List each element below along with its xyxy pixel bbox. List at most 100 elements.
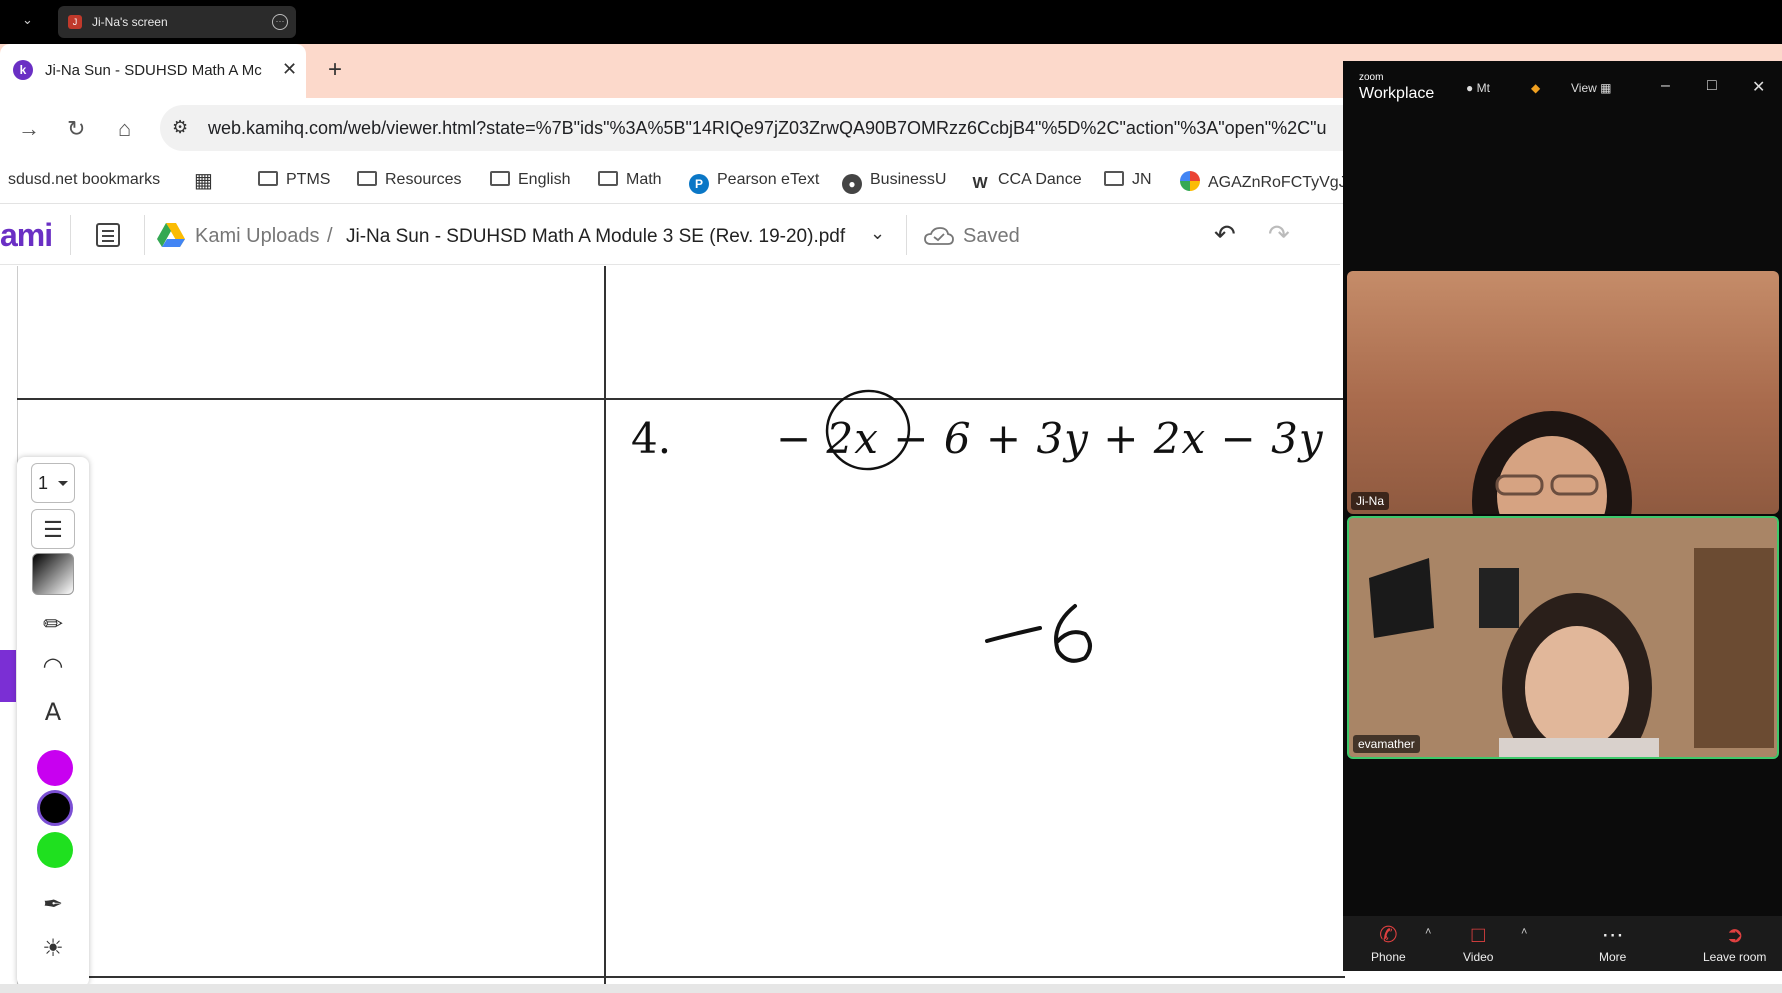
share-title-pill[interactable]: J Ji-Na's screen ··· <box>58 6 296 38</box>
text-tool-icon[interactable]: A <box>31 692 75 732</box>
purple-side-tab[interactable] <box>0 650 16 702</box>
folder-icon <box>490 171 510 186</box>
ink-annotations <box>825 389 1092 663</box>
color-swatch-magenta[interactable] <box>37 750 73 786</box>
bookmark-label: Resources <box>385 171 462 188</box>
sharer-avatar: J <box>68 15 82 29</box>
folder-icon <box>357 171 377 186</box>
bookmark-businessu[interactable]: ● BusinessU <box>842 171 946 194</box>
bookmark-ptms[interactable]: PTMS <box>258 171 330 189</box>
close-window-icon[interactable]: ✕ <box>1752 77 1765 97</box>
google-drive-icon <box>157 223 185 247</box>
minimize-icon[interactable]: – <box>1661 77 1670 95</box>
divider <box>906 215 907 255</box>
bookmark-english[interactable]: English <box>490 171 570 189</box>
new-tab-icon[interactable]: + <box>328 56 342 84</box>
bookmark-pearson[interactable]: P Pearson eText <box>689 171 819 194</box>
pdf-document[interactable]: 4. − 2x − 6 + 3y + 2x − 3y −6 <box>0 266 1345 993</box>
shape-fill-tool[interactable] <box>32 553 74 595</box>
kami-tool-panel: 1 ☰ ✏ ◠ A ✒ ☀ <box>17 457 89 987</box>
close-tab-icon[interactable]: ✕ <box>282 59 297 80</box>
leave-room-button[interactable]: ➲ Leave room <box>1703 922 1766 964</box>
menu-icon[interactable]: ☰ <box>31 509 75 549</box>
color-swatch-black[interactable] <box>37 790 73 826</box>
apps-grid-icon[interactable]: ▦ <box>194 168 213 193</box>
folder-icon <box>1104 171 1124 186</box>
cloud-check-icon <box>924 227 954 245</box>
more-icon: ⋯ <box>1601 922 1624 947</box>
palette-icon[interactable]: ☀ <box>31 929 75 969</box>
kami-logo[interactable]: ami <box>0 217 53 254</box>
protractor-icon[interactable]: ◠ <box>31 647 75 687</box>
chevron-up-icon[interactable]: ˄ <box>1425 926 1431 938</box>
color-swatch-green[interactable] <box>37 832 73 868</box>
globe-icon: ● <box>842 174 862 194</box>
bookmark-cca-dance[interactable]: W CCA Dance <box>970 171 1082 194</box>
participant-video <box>1472 411 1632 514</box>
more-button[interactable]: ⋯ More <box>1599 922 1626 964</box>
url-text[interactable]: web.kamihq.com/web/viewer.html?state=%7B… <box>208 118 1327 139</box>
handwritten-six <box>1054 604 1092 663</box>
phone-muted-icon: ✆ <box>1379 922 1398 947</box>
divider <box>70 215 71 255</box>
video-off-icon: □ <box>1471 922 1485 947</box>
bookmark-sdusd[interactable]: sdusd.net bookmarks <box>8 171 160 189</box>
phone-label: Phone <box>1371 950 1406 964</box>
shield-icon[interactable]: ◆ <box>1531 81 1540 95</box>
bookmark-label: JN <box>1132 171 1152 188</box>
leave-icon: ➲ <box>1725 922 1744 947</box>
maximize-icon[interactable]: □ <box>1707 77 1717 95</box>
forward-icon[interactable]: → <box>18 116 40 142</box>
bookmark-label: Math <box>626 171 662 188</box>
video-tile-active-speaker[interactable]: evamather <box>1347 516 1779 759</box>
w-icon: W <box>970 174 990 194</box>
video-tile[interactable]: Ji-Na <box>1347 271 1779 514</box>
bookmark-math[interactable]: Math <box>598 171 662 189</box>
breadcrumb-separator: / <box>327 225 333 247</box>
chevron-down-icon[interactable]: ⌄ <box>870 223 885 244</box>
video-label: Video <box>1463 950 1494 964</box>
chevron-up-icon[interactable]: ˄ <box>1521 926 1527 938</box>
bookmark-resources[interactable]: Resources <box>357 171 461 189</box>
bookmark-label: PTMS <box>286 171 331 188</box>
problem-number: 4. <box>631 414 672 463</box>
file-name[interactable]: Ji-Na Sun - SDUHSD Math A Module 3 SE (R… <box>346 226 845 248</box>
bookmark-label: CCA Dance <box>998 171 1082 188</box>
meeting-info-button[interactable]: ● Mt <box>1466 81 1490 95</box>
handwritten-minus <box>985 626 1042 643</box>
outline-list-icon[interactable] <box>96 223 120 247</box>
bookmark-label: AGAZnRoFCTyVgJ <box>1208 174 1347 191</box>
site-settings-icon[interactable]: ⚙ <box>172 117 188 138</box>
bookmark-label: English <box>518 171 571 188</box>
folder-icon <box>598 171 618 186</box>
save-status: Saved <box>963 225 1020 247</box>
chevron-down-icon[interactable]: ⌄ <box>22 12 40 30</box>
table-row-line <box>17 398 1345 400</box>
bookmark-jn[interactable]: JN <box>1104 171 1152 189</box>
reload-icon[interactable]: ↻ <box>67 116 85 142</box>
home-icon[interactable]: ⌂ <box>118 116 131 142</box>
bookmark-label: BusinessU <box>870 171 947 188</box>
bookmark-label: sdusd.net bookmarks <box>8 171 161 188</box>
ruler-icon[interactable]: ✏ <box>31 605 75 645</box>
leave-label: Leave room <box>1703 950 1767 964</box>
bookmark-agaz[interactable]: AGAZnRoFCTyVgJ <box>1180 171 1347 192</box>
zoom-brand-small: zoom <box>1359 72 1384 83</box>
breadcrumb-kami-uploads[interactable]: Kami Uploads <box>195 225 320 248</box>
view-button[interactable]: View ▦ <box>1571 81 1611 95</box>
bookmark-label: Pearson eText <box>717 171 820 188</box>
kami-favicon-icon: k <box>13 60 33 80</box>
undo-icon[interactable]: ↶ <box>1214 219 1236 250</box>
screen: ⌄ J Ji-Na's screen ··· k Ji-Na Sun - SDU… <box>0 0 1782 993</box>
browser-tab-active[interactable]: k Ji-Na Sun - SDUHSD Math A Mc ✕ <box>0 44 306 98</box>
eyedropper-icon[interactable]: ✒ <box>31 885 75 925</box>
redo-icon[interactable]: ↷ <box>1268 219 1290 250</box>
page-selector[interactable]: 1 <box>31 463 75 503</box>
more-options-icon[interactable]: ··· <box>272 14 288 30</box>
video-button[interactable]: □ Video <box>1463 922 1493 964</box>
meeting-label: Mt <box>1476 81 1490 95</box>
participant-name: evamather <box>1353 735 1420 753</box>
screen-bottom-edge <box>0 984 1782 993</box>
folder-icon <box>258 171 278 186</box>
phone-button[interactable]: ✆ Phone <box>1371 922 1406 964</box>
